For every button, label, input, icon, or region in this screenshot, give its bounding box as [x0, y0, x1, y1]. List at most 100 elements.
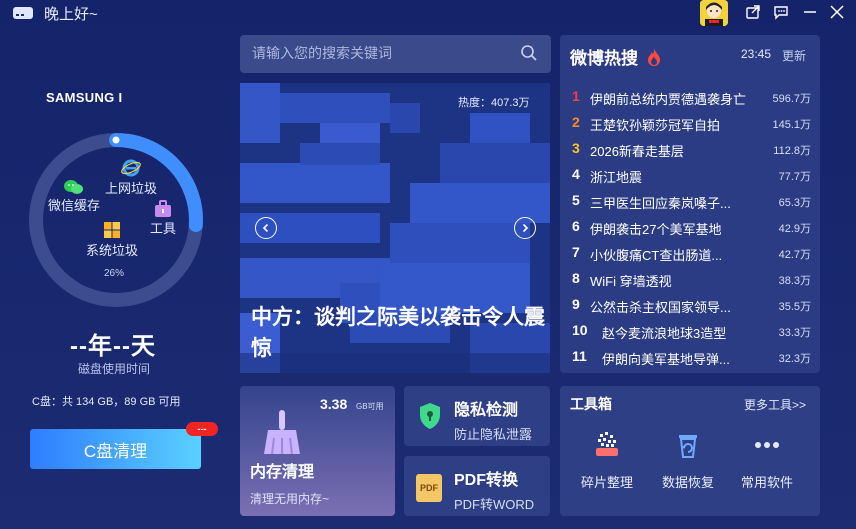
banner-heat: 热度：407.3万 [458, 97, 530, 109]
fire-icon [647, 48, 660, 66]
c-drive-info: C盘：共 134 GB，89 GB 可用 [32, 396, 181, 408]
search-bar [240, 35, 551, 73]
memory-clean-title: 内存清理 [250, 464, 315, 481]
ring-item-wechat-label: 微信缓存 [48, 198, 101, 213]
hot-item-text: 赵今麦流浪地球3造型 [602, 326, 727, 341]
hot-item-value: 33.3万 [778, 327, 811, 339]
search-input[interactable] [252, 45, 502, 61]
chevron-left-icon [262, 223, 269, 233]
banner-prev-button[interactable] [255, 217, 277, 239]
hot-item-text: 2026新春走基层 [590, 144, 684, 159]
ring-item-wechat[interactable]: 微信缓存 [48, 179, 100, 214]
message-button[interactable] [770, 1, 792, 23]
tool-data-recovery[interactable]: 数据恢复 [653, 430, 723, 491]
hot-item[interactable]: 6 伊朗袭击27个美军基地 42.9万 [560, 215, 820, 241]
greeting-text: 晚上好~ [44, 6, 98, 23]
hot-item[interactable]: 10 赵今麦流浪地球3造型 33.3万 [560, 319, 820, 345]
broom-icon [264, 410, 300, 455]
hot-item[interactable]: 5 三甲医生回应秦岚嗓子... 65.3万 [560, 189, 820, 215]
ring-item-internet-label: 上网垃圾 [105, 181, 158, 196]
hot-item-value: 596.7万 [772, 93, 811, 105]
hot-item[interactable]: 4 浙江地震 77.7万 [560, 163, 820, 189]
pdf-convert-subtitle: PDF转WORD [454, 497, 535, 512]
hot-item-text: 伊朗向美军基地导弹... [602, 352, 730, 367]
hot-item-rank: 3 [572, 140, 580, 156]
hot-item-rank: 11 [572, 348, 587, 364]
disk-usage-days-label: 磁盘使用时间 [78, 362, 151, 376]
hot-time: 23:45 [741, 47, 772, 61]
tool-common-software[interactable]: 常用软件 [732, 430, 802, 491]
tool-defrag-label: 碎片整理 [580, 475, 633, 490]
hot-item-rank: 8 [572, 270, 580, 286]
wechat-icon [64, 180, 83, 194]
chevron-right-icon [522, 223, 529, 233]
memory-clean-card[interactable]: 3.38 GB可用 内存清理 清理无用内存~ [240, 386, 395, 516]
hot-item-text: 公然击杀主权国家领导... [590, 300, 731, 315]
minimize-icon [804, 11, 816, 13]
clean-badge: --- [186, 422, 218, 436]
hot-item-text: 伊朗前总统内贾德遇袭身亡 [590, 92, 747, 107]
disk-usage-days: --年--天 [70, 333, 156, 360]
hot-item-rank: 10 [572, 322, 588, 338]
banner-headline[interactable]: 中方：谈判之际美以袭击令人震惊 [251, 302, 547, 364]
hot-item[interactable]: 8 WiFi 穿墙透视 38.3万 [560, 267, 820, 293]
close-button[interactable] [826, 1, 848, 23]
memory-available: 3.38 [320, 396, 348, 412]
hot-list: 1 伊朗前总统内贾德遇袭身亡 596.7万 2 王楚钦孙颖莎冠军自拍 145.1万 3 202… [560, 85, 820, 371]
hot-item-rank: 5 [572, 192, 580, 208]
hot-item-rank: 1 [572, 88, 580, 104]
toolbox-card: 工具箱 更多工具>> 碎片整理 数据恢复 常用软件 [560, 386, 820, 516]
hot-item[interactable]: 9 公然击杀主权国家领导... 35.5万 [560, 293, 820, 319]
share-button[interactable] [742, 1, 764, 23]
hot-item-rank: 4 [572, 166, 580, 182]
toolbox-more-link[interactable]: 更多工具>> [744, 396, 806, 413]
hot-title-text: 微博热搜 [570, 49, 638, 68]
hot-item-text: 伊朗袭击27个美军基地 [590, 222, 722, 237]
avatar[interactable] [700, 0, 728, 26]
pdf-icon: PDF [416, 474, 442, 502]
title-bar: 晚上好~ [0, 0, 856, 26]
hot-item[interactable]: 7 小伙腹痛CT查出肠道... 42.7万 [560, 241, 820, 267]
data-recovery-icon [679, 435, 697, 458]
hot-title: 微博热搜 [570, 44, 662, 69]
hot-item-value: 112.8万 [773, 145, 811, 157]
search-icon[interactable] [520, 44, 538, 62]
hot-item-text: 王楚钦孙颖莎冠军自拍 [590, 118, 721, 133]
hot-item-rank: 7 [572, 244, 580, 260]
privacy-check-title: 隐私检测 [454, 402, 519, 419]
ring-item-system-label: 系统垃圾 [86, 243, 139, 258]
toolbox-title: 工具箱 [570, 396, 612, 412]
tool-defrag[interactable]: 碎片整理 [572, 430, 642, 491]
minimize-button[interactable] [799, 1, 821, 23]
hot-item-rank: 2 [572, 114, 580, 130]
hot-item[interactable]: 2 王楚钦孙颖莎冠军自拍 145.1万 [560, 111, 820, 137]
hot-item-text: WiFi 穿墙透视 [590, 274, 672, 289]
memory-unit: GB可用 [356, 402, 384, 411]
ring-item-tools[interactable]: 工具 [150, 200, 176, 237]
hot-item-rank: 6 [572, 218, 580, 234]
tool-data-recovery-label: 数据恢复 [661, 475, 714, 490]
tool-common-software-label: 常用软件 [740, 475, 793, 490]
memory-clean-subtitle: 清理无用内存~ [250, 492, 330, 506]
hot-item-text: 浙江地震 [590, 170, 643, 185]
hot-item-value: 145.1万 [772, 119, 811, 131]
hot-item[interactable]: 3 2026新春走基层 112.8万 [560, 137, 820, 163]
ring-item-system[interactable]: 系统垃圾 [86, 220, 138, 259]
hot-item-value: 65.3万 [778, 197, 811, 209]
banner-next-button[interactable] [514, 217, 536, 239]
privacy-check-card[interactable]: 隐私检测 防止隐私泄露 [404, 386, 550, 446]
pdf-convert-card[interactable]: PDF PDF转换 PDF转WORD [404, 456, 550, 516]
hot-item-text: 小伙腹痛CT查出肠道... [590, 248, 723, 263]
ring-item-internet[interactable]: 上网垃圾 [105, 158, 157, 197]
c-drive-clean-button[interactable]: C盘清理 [30, 429, 201, 469]
hot-item[interactable]: 1 伊朗前总统内贾德遇袭身亡 596.7万 [560, 85, 820, 111]
share-icon [746, 5, 760, 19]
ring-item-tools-label: 工具 [150, 221, 177, 236]
hot-item-rank: 9 [572, 296, 580, 312]
more-dots-icon [755, 442, 779, 448]
pdf-convert-title: PDF转换 [454, 472, 519, 489]
hot-item[interactable]: 11 伊朗向美军基地导弹... 32.3万 [560, 345, 820, 371]
hot-refresh-button[interactable]: 更新 [782, 47, 806, 64]
weibo-hot-panel: 微博热搜 23:45 更新 1 伊朗前总统内贾德遇袭身亡 596.7万 2 王楚钦孙颖莎… [560, 35, 820, 373]
pdf-icon-text: PDF [420, 483, 438, 493]
